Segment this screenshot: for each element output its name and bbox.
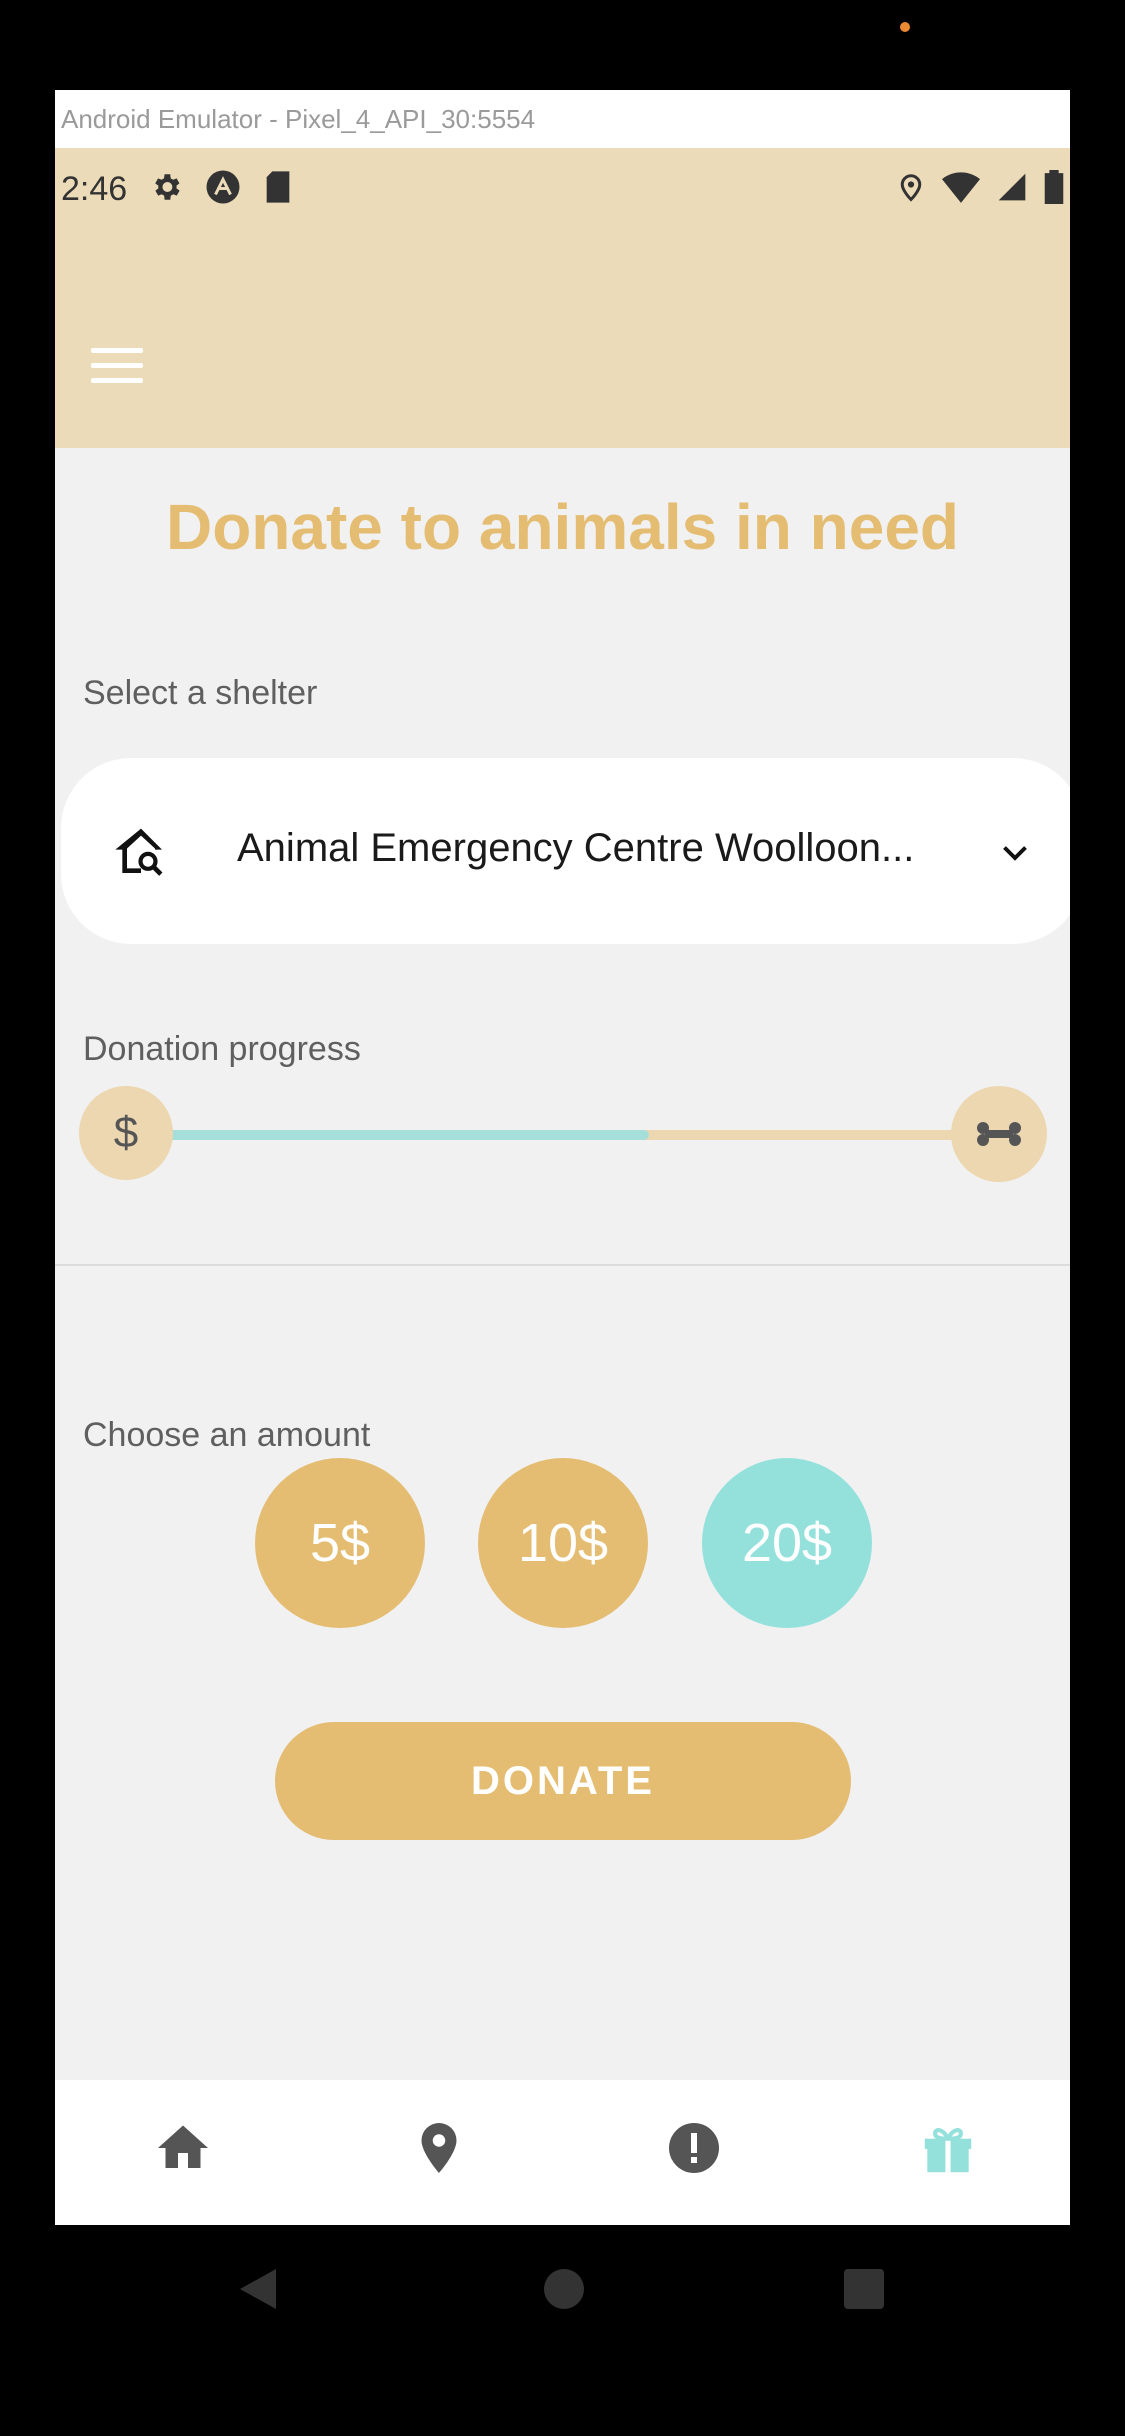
alert-icon[interactable]: [664, 2118, 724, 2178]
gift-icon[interactable]: [917, 2118, 977, 2178]
shelter-label: Select a shelter: [83, 674, 318, 712]
wifi-icon: [942, 170, 980, 209]
home-icon[interactable]: [153, 2118, 213, 2178]
status-bar: 2:46: [55, 148, 1070, 230]
app-screen: Android Emulator - Pixel_4_API_30:5554 2…: [55, 90, 1070, 2225]
emulator-indicator-dot: [900, 22, 910, 32]
dollar-icon: $: [79, 1086, 173, 1180]
amount-20-button[interactable]: 20$: [702, 1458, 872, 1628]
location-icon: [896, 170, 926, 209]
app-bar: [55, 230, 1070, 448]
shelter-selected-value: Animal Emergency Centre Woolloon...: [237, 826, 915, 870]
amount-label: Choose an amount: [83, 1416, 371, 1454]
section-divider: [55, 1264, 1070, 1266]
bone-icon: [951, 1086, 1047, 1182]
amount-10-button[interactable]: 10$: [478, 1458, 648, 1628]
battery-icon: [1044, 169, 1064, 209]
status-time: 2:46: [61, 169, 128, 208]
progress-track: [159, 1130, 975, 1140]
amount-5-button[interactable]: 5$: [255, 1458, 425, 1628]
progress-fill: [159, 1130, 649, 1140]
sd-card-icon: [263, 170, 293, 209]
donation-progress-bar: $: [79, 1086, 1047, 1182]
home-search-icon: [113, 824, 169, 885]
hamburger-menu-icon[interactable]: [91, 348, 143, 388]
bottom-navigation: [55, 2080, 1070, 2225]
a-icon: [205, 169, 241, 210]
gear-icon: [149, 170, 183, 209]
recents-icon[interactable]: [842, 2265, 886, 2318]
home-circle-icon[interactable]: [542, 2265, 586, 2318]
donate-button[interactable]: DONATE: [275, 1722, 851, 1840]
location-pin-icon[interactable]: [409, 2118, 469, 2178]
chevron-down-icon[interactable]: [997, 834, 1033, 875]
signal-icon: [996, 171, 1028, 208]
shelter-select[interactable]: Animal Emergency Centre Woolloon...: [61, 758, 1070, 944]
page-title: Donate to animals in need: [165, 491, 960, 563]
back-icon[interactable]: [236, 2265, 280, 2318]
emulator-title: Android Emulator - Pixel_4_API_30:5554: [55, 90, 1070, 148]
progress-label: Donation progress: [83, 1030, 361, 1068]
system-navigation-bar: [0, 2225, 1125, 2436]
